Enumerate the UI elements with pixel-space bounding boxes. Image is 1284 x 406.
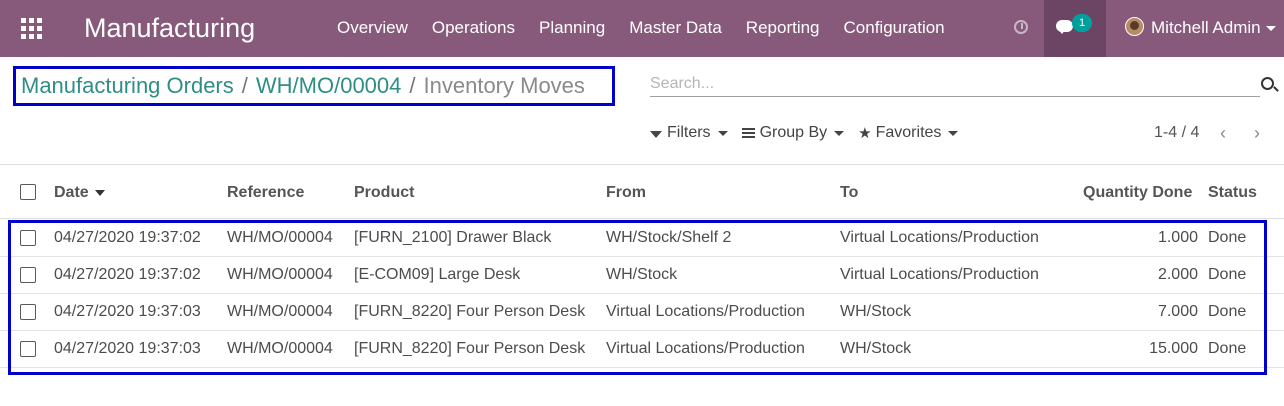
filters-label: Filters (667, 124, 711, 142)
rows-highlight-frame (8, 220, 1267, 375)
column-header-date[interactable]: Date (54, 184, 105, 202)
favorites-label: Favorites (876, 124, 942, 142)
column-header-product[interactable]: Product (354, 184, 414, 202)
user-menu-caret-icon[interactable] (1266, 26, 1276, 31)
caret-down-icon (948, 131, 958, 136)
filters-button[interactable]: Filters (650, 124, 728, 142)
star-icon: ★ (858, 124, 871, 142)
column-header-reference[interactable]: Reference (227, 184, 304, 202)
table-header: Date Reference Product From To Quantity … (0, 165, 1284, 219)
column-header-to[interactable]: To (840, 184, 858, 202)
breadcrumb-separator: / (401, 73, 423, 98)
menu-item-master-data[interactable]: Master Data (617, 18, 734, 38)
breadcrumb-separator: / (234, 73, 256, 98)
search-icon[interactable] (1261, 77, 1274, 90)
search-options: Filters Group By ★ Favorites (650, 124, 972, 142)
column-header-status[interactable]: Status (1208, 184, 1257, 202)
chat-bubble-icon (1056, 20, 1073, 32)
breadcrumb: Manufacturing Orders/WH/MO/00004/Invento… (13, 66, 615, 106)
user-avatar[interactable] (1125, 17, 1144, 36)
pager-previous-icon[interactable]: ‹ (1220, 123, 1226, 144)
breadcrumb-manufacturing-orders[interactable]: Manufacturing Orders (21, 73, 234, 98)
menu-item-reporting[interactable]: Reporting (734, 18, 832, 38)
pager-value[interactable]: 1-4 / 4 (1154, 124, 1199, 142)
column-header-from[interactable]: From (606, 184, 646, 202)
bars-icon (742, 128, 755, 138)
breadcrumb-current: Inventory Moves (424, 73, 585, 98)
search-input[interactable] (650, 72, 1260, 97)
menu-item-configuration[interactable]: Configuration (832, 18, 957, 38)
breadcrumb-mo-record[interactable]: WH/MO/00004 (256, 73, 402, 98)
menu-item-overview[interactable]: Overview (325, 18, 420, 38)
list-view: Date Reference Product From To Quantity … (0, 165, 1284, 406)
user-menu-name[interactable]: Mitchell Admin (1151, 18, 1261, 38)
sort-desc-icon (95, 190, 105, 196)
group-by-label: Group By (760, 124, 828, 142)
caret-down-icon (718, 131, 728, 136)
group-by-button[interactable]: Group By (742, 124, 845, 142)
apps-menu-icon[interactable] (21, 18, 42, 39)
select-all-checkbox[interactable] (20, 184, 36, 200)
pager-next-icon[interactable]: › (1254, 123, 1260, 144)
app-title[interactable]: Manufacturing (84, 13, 255, 44)
menu-item-operations[interactable]: Operations (420, 18, 527, 38)
top-navbar: Manufacturing Overview Operations Planni… (0, 0, 1284, 57)
control-panel: Manufacturing Orders/WH/MO/00004/Invento… (0, 57, 1284, 165)
main-menu: Overview Operations Planning Master Data… (325, 18, 957, 38)
caret-down-icon (834, 131, 844, 136)
funnel-icon (650, 131, 662, 138)
column-header-quantity-done[interactable]: Quantity Done (1083, 184, 1192, 202)
messaging-button[interactable]: 1 (1044, 0, 1106, 57)
activity-clock-icon[interactable] (1014, 20, 1028, 34)
message-count-badge: 1 (1072, 14, 1092, 32)
menu-item-planning[interactable]: Planning (527, 18, 617, 38)
favorites-button[interactable]: ★ Favorites (858, 124, 958, 142)
